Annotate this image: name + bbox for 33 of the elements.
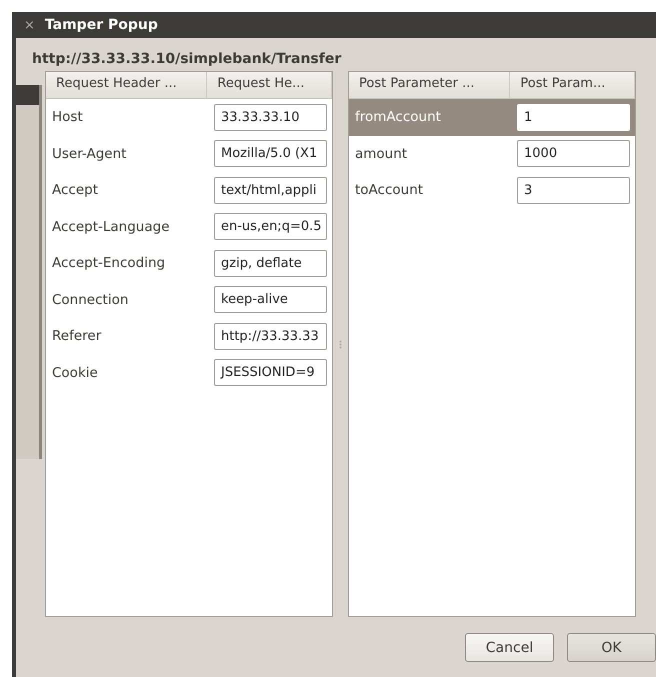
input-field[interactable]: 3: [517, 176, 630, 204]
input-field[interactable]: 1000: [517, 140, 630, 168]
table-row[interactable]: fromAccount 1: [349, 99, 635, 136]
close-button[interactable]: ×: [24, 18, 35, 32]
input-field[interactable]: text/html,appli: [214, 176, 327, 204]
table-cell-text: Connection: [51, 292, 130, 308]
table-cell-text: Accept-Encoding: [51, 255, 166, 272]
column-header[interactable]: Request Header ...: [46, 72, 208, 98]
window-title: Tamper Popup: [44, 17, 158, 33]
table-cell-text: User-Agent: [51, 146, 128, 162]
input-field[interactable]: 33.33.33.10: [214, 104, 327, 131]
column-header[interactable]: Post Parameter ...: [349, 72, 510, 98]
input-field[interactable]: keep-alive: [214, 286, 327, 314]
table-cell-text: Accept: [51, 182, 100, 198]
input-field[interactable]: 1: [517, 104, 630, 131]
input-field[interactable]: en-us,en;q=0.5: [214, 213, 327, 240]
ok-button[interactable]: OK: [567, 633, 656, 662]
table-cell-text: Accept-Language: [51, 218, 171, 235]
input-field[interactable]: JSESSIONID=9: [214, 359, 327, 386]
column-header[interactable]: Post Param...: [510, 72, 635, 98]
table-cell-text: amount: [354, 146, 408, 162]
splitter-grip-icon[interactable]: [339, 340, 342, 348]
column-header[interactable]: Request He...: [207, 72, 332, 98]
url-label: http://33.33.33.10/simplebank/Transfer: [31, 50, 342, 69]
input-field[interactable]: Mozilla/5.0 (X1: [214, 140, 327, 168]
table-cell-text: Cookie: [51, 364, 99, 381]
table-cell-text: fromAccount: [354, 109, 442, 126]
table-cell-text: toAccount: [354, 182, 424, 198]
table-cell-text: Referer: [51, 328, 102, 344]
input-field[interactable]: gzip, deflate: [214, 250, 327, 277]
input-field[interactable]: http://33.33.33: [214, 322, 327, 350]
cancel-button[interactable]: Cancel: [465, 633, 554, 662]
table-cell-text: Host: [51, 109, 84, 126]
